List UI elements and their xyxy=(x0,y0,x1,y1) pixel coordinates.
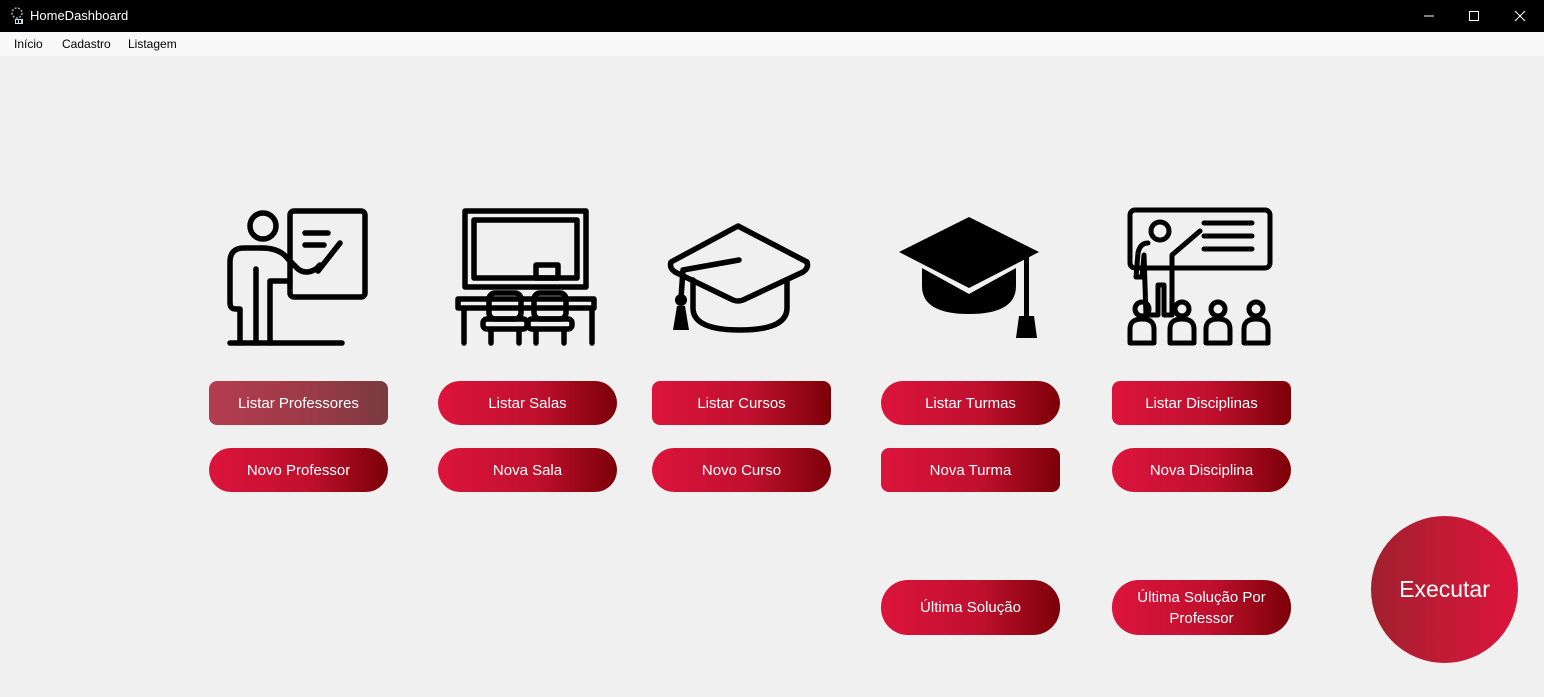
menu-inicio[interactable]: Início xyxy=(14,37,43,51)
maximize-icon xyxy=(1469,11,1479,21)
list-professores-button[interactable]: Listar Professores xyxy=(209,381,388,425)
maximize-button[interactable] xyxy=(1451,0,1497,32)
graduation-cap-outline-icon xyxy=(667,223,811,333)
list-disciplinas-button[interactable]: Listar Disciplinas xyxy=(1112,381,1291,425)
classroom-icon xyxy=(455,208,597,346)
title-bar: HomeDashboard xyxy=(0,0,1544,32)
close-button[interactable] xyxy=(1497,0,1543,32)
new-curso-button[interactable]: Novo Curso xyxy=(652,448,831,492)
close-icon xyxy=(1514,10,1526,22)
minimize-icon xyxy=(1424,15,1434,17)
graduation-cap-filled-icon xyxy=(899,217,1039,338)
menu-cadastro[interactable]: Cadastro xyxy=(62,37,111,51)
last-solution-button[interactable]: Última Solução xyxy=(881,580,1060,635)
last-solution-by-teacher-button[interactable]: Última Solução Por Professor xyxy=(1112,580,1291,635)
new-professor-button[interactable]: Novo Professor xyxy=(209,448,388,492)
minimize-button[interactable] xyxy=(1406,0,1452,32)
list-salas-button[interactable]: Listar Salas xyxy=(438,381,617,425)
menu-listagem[interactable]: Listagem xyxy=(128,37,177,51)
menu-bar: Início Cadastro Listagem xyxy=(0,32,1544,56)
new-sala-button[interactable]: Nova Sala xyxy=(438,448,617,492)
new-disciplina-button[interactable]: Nova Disciplina xyxy=(1112,448,1291,492)
teacher-board-icon xyxy=(227,208,368,346)
app-icon xyxy=(11,7,23,24)
teacher-students-icon xyxy=(1127,207,1273,346)
new-turma-button[interactable]: Nova Turma xyxy=(881,448,1060,492)
window-title: HomeDashboard xyxy=(30,8,129,23)
list-turmas-button[interactable]: Listar Turmas xyxy=(881,381,1060,425)
list-cursos-button[interactable]: Listar Cursos xyxy=(652,381,831,425)
execute-button[interactable]: Executar xyxy=(1371,516,1518,663)
